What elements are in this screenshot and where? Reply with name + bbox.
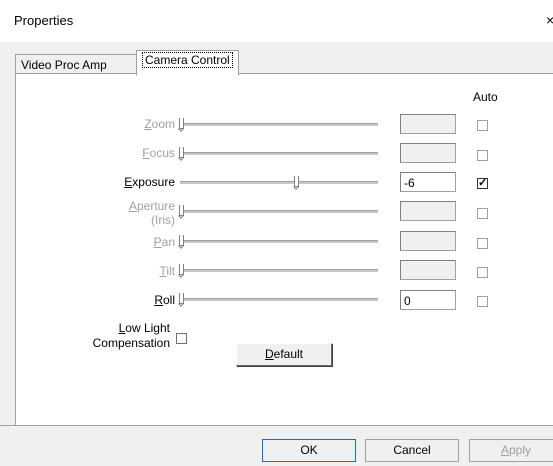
roll-slider[interactable] — [180, 298, 378, 302]
exposure-value[interactable]: -6 — [400, 172, 456, 192]
tilt-slider[interactable] — [180, 269, 378, 273]
aperture-slider-thumb[interactable] — [179, 205, 184, 216]
pan-value[interactable] — [400, 231, 456, 251]
ok-button[interactable]: OK — [262, 439, 356, 462]
aperture-label: Aperture (Iris) — [128, 199, 175, 227]
default-button[interactable]: Default — [236, 343, 332, 366]
close-icon[interactable]: × — [546, 12, 553, 28]
pan-slider[interactable] — [180, 240, 378, 244]
tilt-auto-checkbox[interactable] — [477, 267, 488, 278]
focus-value[interactable] — [400, 143, 456, 163]
panel-separator — [0, 425, 553, 426]
window-title: Properties — [14, 13, 74, 28]
exposure-label: Exposure — [124, 175, 175, 189]
tab-camera-control[interactable]: Camera Control — [136, 50, 239, 76]
pan-auto-checkbox[interactable] — [477, 238, 488, 249]
tab-video-proc-amp[interactable]: Video Proc Amp — [15, 54, 137, 75]
tilt-label: Tilt — [159, 264, 175, 278]
aperture-value[interactable] — [400, 201, 456, 221]
cancel-button[interactable]: Cancel — [365, 439, 459, 462]
focus-slider[interactable] — [180, 152, 378, 156]
tab-label: Video Proc Amp — [21, 58, 107, 72]
roll-slider-thumb[interactable] — [179, 293, 184, 304]
aperture-auto-checkbox[interactable] — [477, 208, 488, 219]
pan-label: Pan — [153, 235, 175, 249]
aperture-slider[interactable] — [180, 210, 378, 214]
roll-auto-checkbox[interactable] — [477, 296, 488, 307]
zoom-value[interactable] — [400, 114, 456, 134]
roll-value[interactable]: 0 — [400, 290, 456, 310]
focus-label: Focus — [142, 146, 175, 160]
zoom-slider-thumb[interactable] — [179, 118, 184, 129]
zoom-auto-checkbox[interactable] — [477, 120, 488, 131]
apply-button[interactable]: Apply — [469, 439, 553, 462]
tilt-value[interactable] — [400, 260, 456, 280]
zoom-slider[interactable] — [180, 123, 378, 127]
focus-slider-thumb[interactable] — [179, 147, 184, 158]
zoom-label: Zoom — [144, 117, 175, 131]
low-light-label: Low Light Compensation — [92, 321, 170, 350]
pan-slider-thumb[interactable] — [179, 235, 184, 246]
roll-label: Roll — [154, 293, 175, 307]
focus-auto-checkbox[interactable] — [477, 150, 488, 161]
tilt-slider-thumb[interactable] — [179, 264, 184, 275]
low-light-checkbox[interactable] — [176, 333, 187, 344]
exposure-auto-checkbox[interactable]: ✓ — [477, 178, 488, 189]
exposure-slider[interactable] — [180, 181, 378, 185]
exposure-slider-thumb[interactable] — [294, 176, 299, 187]
tab-label: Camera Control — [142, 52, 233, 68]
auto-column-header: Auto — [473, 90, 498, 104]
